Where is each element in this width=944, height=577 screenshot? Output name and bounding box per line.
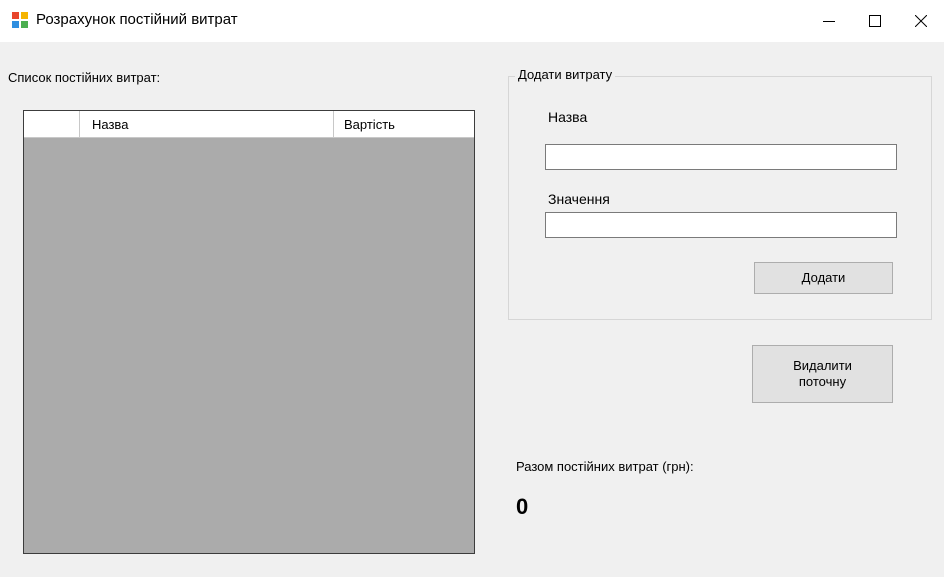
column-header-name[interactable]: Назва [80,111,334,137]
total-label: Разом постійних витрат (грн): [516,459,694,474]
maximize-icon [869,15,881,27]
expenses-list-label: Список постійних витрат: [8,70,161,85]
delete-current-button[interactable]: Видалити поточну [752,345,893,403]
maximize-button[interactable] [852,0,898,42]
expenses-grid[interactable]: Назва Вартість [23,110,475,554]
app-icon [12,12,28,28]
app-window: Розрахунок постійний витрат Список пості… [0,0,944,577]
client-area: Список постійних витрат: Назва Вартість … [0,42,944,577]
window-title: Розрахунок постійний витрат [36,11,238,28]
value-label: Значення [548,191,610,207]
row-header-corner[interactable] [24,111,80,137]
add-button[interactable]: Додати [754,262,893,294]
name-input[interactable] [545,144,897,170]
add-expense-group-title: Додати витрату [515,67,616,82]
value-input[interactable] [545,212,897,238]
column-header-cost[interactable]: Вартість [334,111,474,137]
name-label: Назва [548,109,588,125]
minimize-icon [823,21,835,22]
title-bar[interactable]: Розрахунок постійний витрат [0,0,944,42]
close-icon [915,15,927,27]
minimize-button[interactable] [806,0,852,42]
grid-header: Назва Вартість [24,111,474,138]
total-value: 0 [516,494,529,519]
close-button[interactable] [898,0,944,42]
